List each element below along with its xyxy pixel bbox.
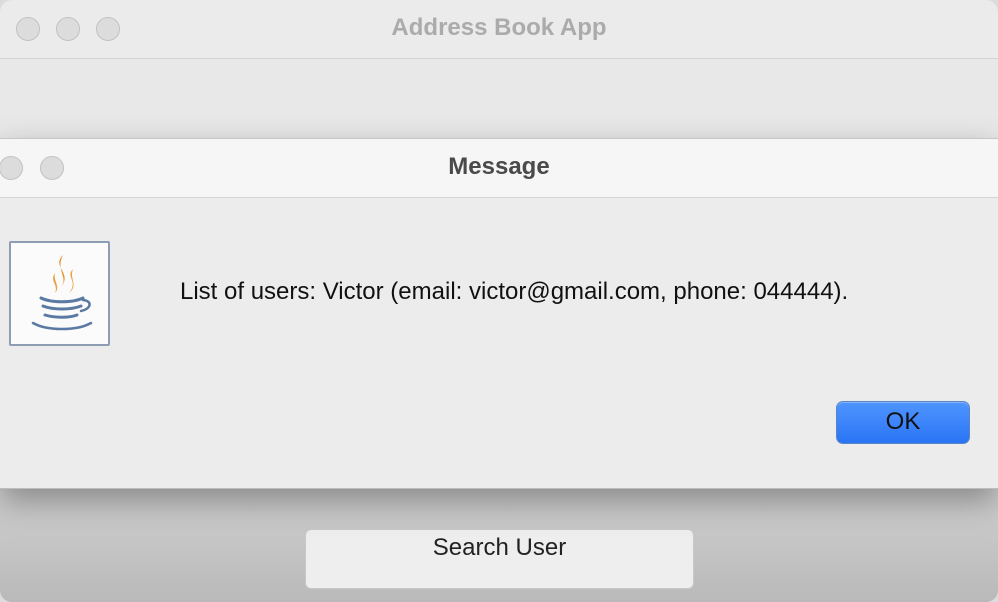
main-titlebar: Address Book App (0, 0, 998, 59)
message-dialog: Message List of users: Victor (email: vi… (0, 138, 998, 489)
ok-button[interactable]: OK (836, 401, 970, 444)
dialog-titlebar: Message (0, 139, 998, 198)
search-user-button[interactable]: Search User (305, 529, 694, 589)
dialog-title: Message (448, 153, 550, 180)
dialog-message: List of users: Victor (email: victor@gma… (180, 278, 849, 305)
window-title: Address Book App (391, 14, 607, 41)
search-user-button-label: Search User (432, 534, 567, 561)
java-icon (9, 241, 110, 346)
